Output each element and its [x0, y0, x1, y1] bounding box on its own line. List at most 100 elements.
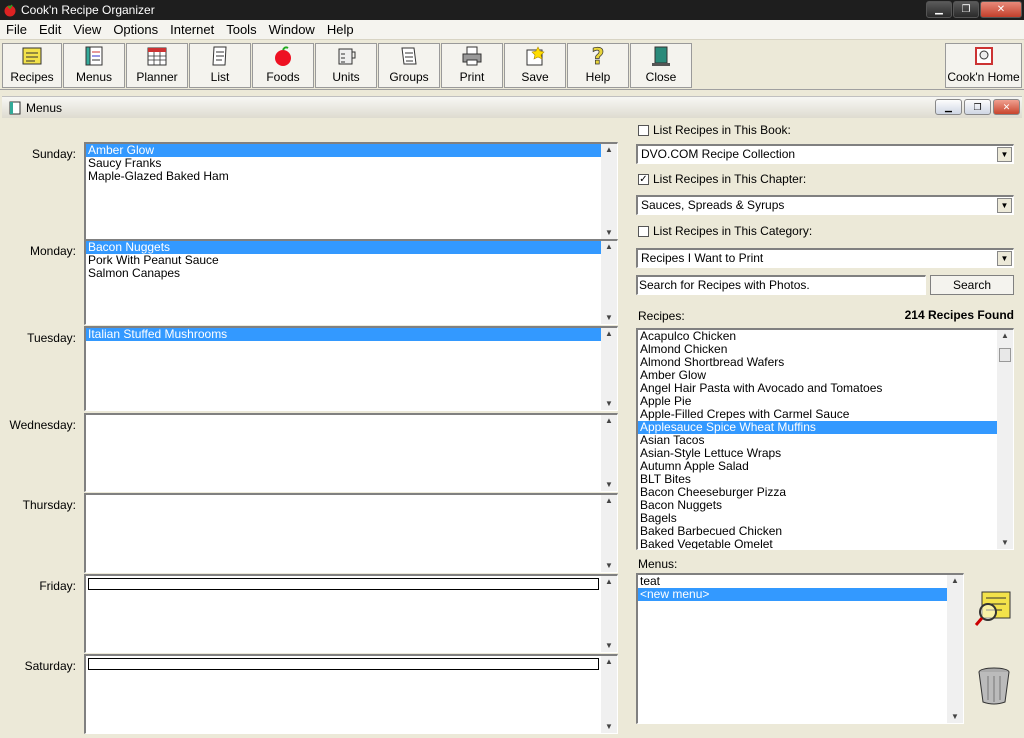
print-button[interactable]: Print — [441, 43, 503, 88]
save-button[interactable]: Save — [504, 43, 566, 88]
menu-bar: File Edit View Options Internet Tools Wi… — [0, 20, 1024, 40]
list-item[interactable]: Baked Vegetable Omelet — [638, 538, 1013, 550]
recipe-card-icon — [22, 47, 42, 65]
trash-can-icon[interactable] — [976, 666, 1012, 706]
menu-file[interactable]: File — [0, 22, 33, 37]
empty-slot[interactable] — [88, 578, 599, 590]
shopping-list-icon — [212, 46, 227, 66]
tomato-icon — [4, 4, 16, 17]
cookn-home-button[interactable]: Cook'n Home — [945, 43, 1022, 88]
recipes-list[interactable]: Acapulco Chicken Almond Chicken Almond S… — [636, 328, 1014, 550]
chevron-down-icon[interactable]: ▼ — [997, 251, 1012, 266]
list-item[interactable]: Amber Glow — [86, 144, 617, 157]
recipes-count: 214 Recipes Found — [904, 308, 1014, 322]
category-select[interactable]: Recipes I Want to Print ▼ — [636, 248, 1014, 268]
menus-window-titlebar: Menus ▁ ❐ ✕ — [2, 96, 1022, 118]
monday-label: Monday: — [29, 244, 76, 258]
chapter-filter-checkbox[interactable]: ✓ List Recipes in This Chapter: — [638, 172, 806, 186]
minimize-button[interactable]: ▁ — [926, 1, 952, 18]
view-menu-icon[interactable] — [974, 588, 1014, 628]
saturday-label: Saturday: — [24, 659, 76, 673]
scrollbar[interactable]: ▲ ▼ — [601, 576, 617, 652]
recipes-label: Recipes: — [638, 309, 685, 323]
menus-panel: Sunday: Amber Glow Saucy Franks Maple-Gl… — [6, 118, 1024, 738]
list-item[interactable]: Angel Hair Pasta with Avocado and Tomato… — [638, 382, 1013, 395]
book-filter-checkbox[interactable]: List Recipes in This Book: — [638, 123, 791, 137]
toolbar: Recipes Menus Planner List Foods Units G… — [0, 41, 1024, 90]
menus-list[interactable]: teat <new menu> ▲ ▼ — [636, 573, 964, 724]
planner-button[interactable]: Planner — [126, 43, 188, 88]
close-window-button[interactable]: ✕ — [980, 1, 1022, 18]
wednesday-label: Wednesday: — [9, 418, 77, 432]
scroll-thumb[interactable] — [999, 348, 1011, 362]
list-item[interactable]: Autumn Apple Salad — [638, 460, 1013, 473]
chevron-down-icon[interactable]: ▼ — [997, 147, 1012, 162]
scrollbar[interactable]: ▲ ▼ — [601, 144, 617, 239]
scrollbar[interactable]: ▲ ▼ — [601, 495, 617, 572]
tuesday-list[interactable]: Italian Stuffed Mushrooms ▲ ▼ — [84, 326, 618, 411]
menu-book-icon — [9, 101, 21, 114]
monday-list[interactable]: Bacon Nuggets Pork With Peanut Sauce Sal… — [84, 239, 618, 325]
menu-internet[interactable]: Internet — [164, 22, 220, 37]
close-button[interactable]: Close — [630, 43, 692, 88]
book-select[interactable]: DVO.COM Recipe Collection ▼ — [636, 144, 1014, 164]
checkbox-box[interactable]: ✓ — [638, 173, 649, 185]
groups-button[interactable]: Groups — [378, 43, 440, 88]
checkbox-box[interactable] — [638, 124, 649, 136]
recipes-scrollbar[interactable]: ▲ ▼ — [997, 330, 1013, 549]
list-item[interactable]: Bacon Nuggets — [638, 499, 1013, 512]
menus-button[interactable]: Menus — [63, 43, 125, 88]
wednesday-list[interactable]: ▲ ▼ — [84, 413, 618, 492]
category-filter-checkbox[interactable]: List Recipes in This Category: — [638, 224, 812, 238]
menu-tools[interactable]: Tools — [220, 22, 262, 37]
save-disk-icon — [526, 46, 545, 66]
child-close-button[interactable]: ✕ — [993, 99, 1020, 115]
scrollbar[interactable]: ▲ ▼ — [601, 241, 617, 324]
list-item[interactable]: Italian Stuffed Mushrooms — [86, 328, 617, 341]
window-title: Cook'n Recipe Organizer — [21, 3, 155, 17]
list-item[interactable]: <new menu> — [638, 588, 947, 601]
menus-window-title: Menus — [26, 100, 63, 115]
scrollbar[interactable]: ▲ ▼ — [601, 328, 617, 410]
scrollbar[interactable]: ▲ ▼ — [601, 656, 617, 733]
menu-view[interactable]: View — [67, 22, 107, 37]
list-item[interactable]: Salmon Canapes — [86, 267, 617, 280]
menu-book-icon — [85, 46, 103, 66]
groups-icon — [401, 47, 417, 65]
foods-button[interactable]: Foods — [252, 43, 314, 88]
units-button[interactable]: Units — [315, 43, 377, 88]
child-restore-button[interactable]: ❐ — [964, 99, 991, 115]
measuring-cup-icon — [338, 48, 356, 65]
door-exit-icon — [652, 46, 670, 66]
list-button[interactable]: List — [189, 43, 251, 88]
recipes-button[interactable]: Recipes — [2, 43, 62, 88]
sunday-list[interactable]: Amber Glow Saucy Franks Maple-Glazed Bak… — [84, 142, 618, 240]
chevron-down-icon[interactable]: ▼ — [997, 198, 1012, 213]
checkbox-box[interactable] — [638, 225, 649, 237]
menu-options[interactable]: Options — [107, 22, 164, 37]
child-minimize-button[interactable]: ▁ — [935, 99, 962, 115]
tuesday-label: Tuesday: — [27, 331, 76, 345]
home-chef-icon — [974, 47, 993, 65]
menus-label: Menus: — [638, 557, 678, 571]
search-button[interactable]: Search — [930, 275, 1014, 295]
scrollbar[interactable]: ▲ ▼ — [601, 415, 617, 491]
title-bar: Cook'n Recipe Organizer ▁ ❐ ✕ — [0, 0, 1024, 20]
saturday-list[interactable]: ▲ ▼ — [84, 654, 618, 734]
help-button[interactable]: ? Help — [567, 43, 629, 88]
sunday-label: Sunday: — [31, 147, 76, 161]
friday-label: Friday: — [39, 579, 76, 593]
menu-edit[interactable]: Edit — [33, 22, 67, 37]
restore-button[interactable]: ❐ — [953, 1, 979, 18]
chapter-select[interactable]: Sauces, Spreads & Syrups ▼ — [636, 195, 1014, 215]
apple-icon — [275, 46, 291, 66]
search-input[interactable]: Search for Recipes with Photos. — [636, 275, 926, 295]
thursday-list[interactable]: ▲ ▼ — [84, 493, 618, 573]
question-mark-icon: ? — [591, 45, 604, 67]
list-item[interactable]: Maple-Glazed Baked Ham — [86, 170, 617, 183]
scrollbar[interactable]: ▲ ▼ — [947, 575, 963, 723]
menu-window[interactable]: Window — [263, 22, 321, 37]
menu-help[interactable]: Help — [321, 22, 360, 37]
empty-slot[interactable] — [88, 658, 599, 670]
friday-list[interactable]: ▲ ▼ — [84, 574, 618, 653]
